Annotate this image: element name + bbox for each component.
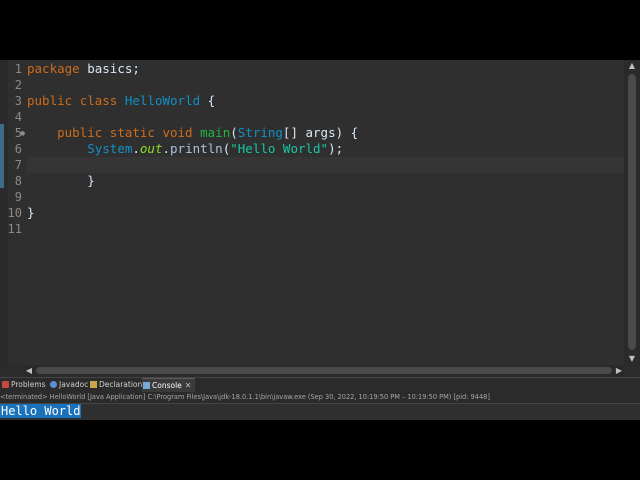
console-icon xyxy=(143,382,150,389)
line-number: 7 xyxy=(14,158,22,172)
code-area[interactable]: package basics; public class HelloWorld … xyxy=(27,60,624,365)
scroll-up-icon[interactable]: ▲ xyxy=(624,60,640,72)
scroll-down-icon[interactable]: ▼ xyxy=(624,353,640,365)
code-line: public class HelloWorld { xyxy=(27,93,216,108)
change-marker xyxy=(0,124,4,188)
java-editor[interactable]: 1 2 3 4 5 6 7 8 9 10 11 ● package basics… xyxy=(0,60,640,365)
line-number: 4 xyxy=(14,110,22,124)
tab-problems[interactable]: Problems xyxy=(1,378,46,392)
code-line: } xyxy=(87,173,95,188)
fold-marker-icon[interactable]: ● xyxy=(20,126,25,142)
scroll-right-icon[interactable]: ▶ xyxy=(614,365,624,376)
scroll-thumb[interactable] xyxy=(628,74,636,350)
line-number: 11 xyxy=(7,222,22,236)
code-line: package basics; xyxy=(27,61,140,76)
line-number-gutter: 1 2 3 4 5 6 7 8 9 10 11 xyxy=(8,60,24,365)
scroll-thumb[interactable] xyxy=(36,367,612,374)
tab-javadoc[interactable]: Javadoc xyxy=(49,378,88,392)
tab-label: Problems xyxy=(11,380,46,389)
scroll-left-icon[interactable]: ◀ xyxy=(24,365,34,376)
line-number: 9 xyxy=(14,190,22,204)
line-number: 6 xyxy=(14,142,22,156)
tab-label: Javadoc xyxy=(59,380,89,389)
line-number: 8 xyxy=(14,174,22,188)
current-line-highlight xyxy=(27,157,624,173)
line-number: 1 xyxy=(14,62,22,76)
close-icon[interactable]: ✕ xyxy=(185,381,192,390)
console-process-info: <terminated> HelloWorld [Java Applicatio… xyxy=(0,392,640,404)
tab-declaration[interactable]: Declaration xyxy=(89,378,142,392)
console-output-area[interactable]: Hello World xyxy=(0,404,640,420)
code-line: } xyxy=(27,205,35,220)
tab-console[interactable]: Console ✕ xyxy=(142,378,196,393)
eclipse-workbench: 1 2 3 4 5 6 7 8 9 10 11 ● package basics… xyxy=(0,60,640,420)
line-number: 2 xyxy=(14,78,22,92)
code-line: public static void main(String[] args) { xyxy=(57,125,359,140)
tab-label: Declaration xyxy=(99,380,143,389)
horizontal-scrollbar[interactable]: ◀ ▶ xyxy=(24,365,624,376)
declaration-icon xyxy=(90,381,97,388)
problems-icon xyxy=(2,381,9,388)
console-output-selected[interactable]: Hello World xyxy=(0,404,82,418)
code-line: System.out.println("Hello World"); xyxy=(87,141,344,156)
line-number: 10 xyxy=(7,206,22,220)
vertical-scrollbar[interactable]: ▲ ▼ xyxy=(624,60,640,365)
line-number: 3 xyxy=(14,94,22,108)
tab-label: Console xyxy=(152,381,182,390)
views-tab-bar: Problems Javadoc Declaration Console ✕ xyxy=(0,377,640,393)
javadoc-icon xyxy=(50,381,57,388)
